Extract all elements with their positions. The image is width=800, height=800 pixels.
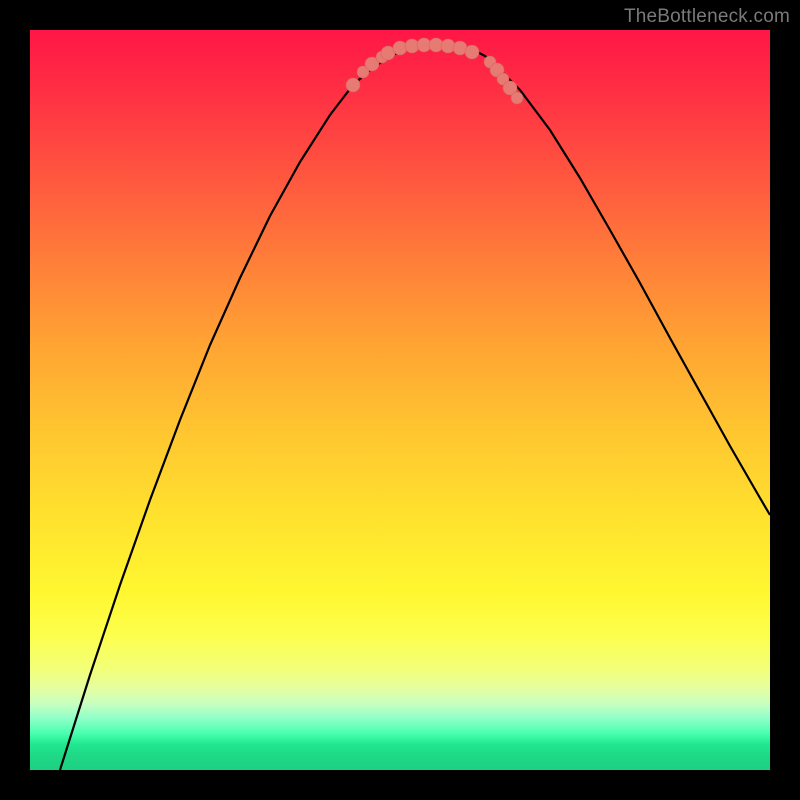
curve-marker: [441, 39, 455, 53]
curve-marker: [346, 78, 360, 92]
chart-frame: TheBottleneck.com: [0, 0, 800, 800]
plot-area: [30, 30, 770, 770]
bottleneck-curve: [60, 44, 770, 770]
watermark-text: TheBottleneck.com: [624, 6, 790, 28]
marker-group: [346, 38, 523, 104]
curve-marker: [465, 45, 479, 59]
curve-marker: [511, 92, 523, 104]
chart-svg: [30, 30, 770, 770]
curve-marker: [393, 41, 407, 55]
